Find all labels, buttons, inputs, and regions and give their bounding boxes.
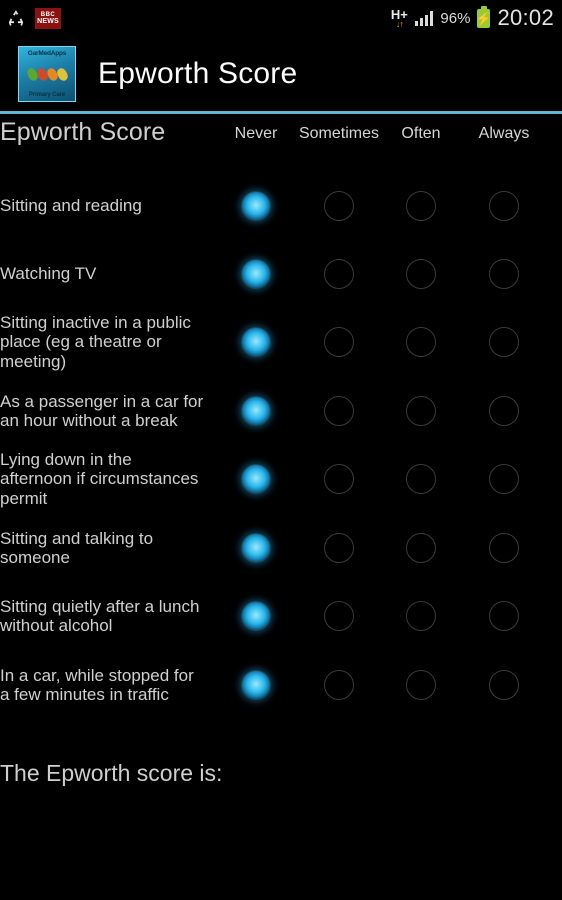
signal-strength-icon [414,10,434,26]
question-row: Lying down in the afternoon if circumsta… [0,443,562,516]
question-row: Sitting inactive in a public place (eg a… [0,306,562,379]
battery-charging-icon: ⚡ [475,5,493,28]
question-label: Lying down in the afternoon if circumsta… [0,449,199,508]
radio-often[interactable] [406,533,436,563]
question-row: As a passenger in a car for an hour with… [0,385,562,438]
status-bar[interactable]: BBC NEWS H+ ↓↑ 96% ⚡ 20:02 [0,0,562,36]
table-header-row: Epworth Score Never Sometimes Often Always [0,114,562,158]
bbc-news-line2: NEWS [37,17,59,25]
radio-sometimes[interactable] [324,601,354,631]
question-label: In a car, while stopped for a few minute… [0,665,194,705]
column-header-sometimes: Sometimes [298,125,380,142]
section-title: Epworth Score [0,118,166,146]
question-row: Sitting quietly after a lunch without al… [0,590,562,643]
radio-often[interactable] [406,396,436,426]
app-icon-bottom-label: Primary Care [28,91,66,98]
radio-always[interactable] [489,191,519,221]
radio-often[interactable] [406,191,436,221]
radio-often[interactable] [406,670,436,700]
radio-always[interactable] [489,259,519,289]
garmedapps-logo-icon[interactable]: GarMedApps Primary Care [18,45,76,102]
question-label: Watching TV [0,264,97,284]
radio-sometimes[interactable] [324,533,354,563]
page-title: Epworth Score [98,56,298,90]
radio-always[interactable] [489,533,519,563]
status-bar-system-icons: H+ ↓↑ 96% ⚡ 20:02 [391,5,554,31]
question-row: In a car, while stopped for a few minute… [0,659,562,712]
radio-often[interactable] [406,259,436,289]
network-type-icon: H+ ↓↑ [391,8,408,29]
radio-never[interactable] [241,327,271,357]
question-label: Sitting and reading [0,196,142,216]
radio-sometimes[interactable] [324,191,354,221]
status-bar-clock: 20:02 [497,5,554,30]
radio-never[interactable] [241,464,271,494]
bbc-news-icon: BBC NEWS [35,7,61,29]
question-label: Sitting and talking to someone [0,528,154,568]
result-label: The Epworth score is: [0,760,223,786]
battery-percent-label: 96% [440,9,471,27]
radio-often[interactable] [406,327,436,357]
recycle-icon [8,10,24,26]
radio-sometimes[interactable] [324,259,354,289]
radio-sometimes[interactable] [324,464,354,494]
question-row: Sitting and talking to someone [0,522,562,575]
radio-sometimes[interactable] [324,396,354,426]
radio-always[interactable] [489,464,519,494]
radio-sometimes[interactable] [324,327,354,357]
radio-sometimes[interactable] [324,670,354,700]
result-row: The Epworth score is: [0,760,222,787]
radio-always[interactable] [489,396,519,426]
column-header-often: Often [401,125,441,142]
question-row: Watching TV [0,257,562,291]
question-label: As a passenger in a car for an hour with… [0,391,204,431]
radio-never[interactable] [241,670,271,700]
data-transfer-arrows-icon: ↓↑ [395,18,404,29]
radio-never[interactable] [241,533,271,563]
app-icon-top-label: GarMedApps [27,49,67,57]
status-bar-notifications: BBC NEWS [6,7,61,29]
charging-bolt-icon: ⚡ [475,10,493,26]
question-label: Sitting quietly after a lunch without al… [0,596,200,636]
question-row: Sitting and reading [0,189,562,223]
radio-never[interactable] [241,259,271,289]
questionnaire-content: Epworth Score Never Sometimes Often Always … [0,114,562,897]
pills-icon [24,66,70,82]
column-header-always: Always [478,125,530,142]
question-label: Sitting inactive in a public place (eg a… [0,312,191,371]
radio-often[interactable] [406,601,436,631]
radio-often[interactable] [406,464,436,494]
radio-never[interactable] [241,191,271,221]
column-header-never: Never [234,125,278,142]
radio-never[interactable] [241,396,271,426]
radio-always[interactable] [489,601,519,631]
radio-always[interactable] [489,327,519,357]
action-bar: GarMedApps Primary Care Epworth Score [0,36,562,114]
radio-always[interactable] [489,670,519,700]
radio-never[interactable] [241,601,271,631]
